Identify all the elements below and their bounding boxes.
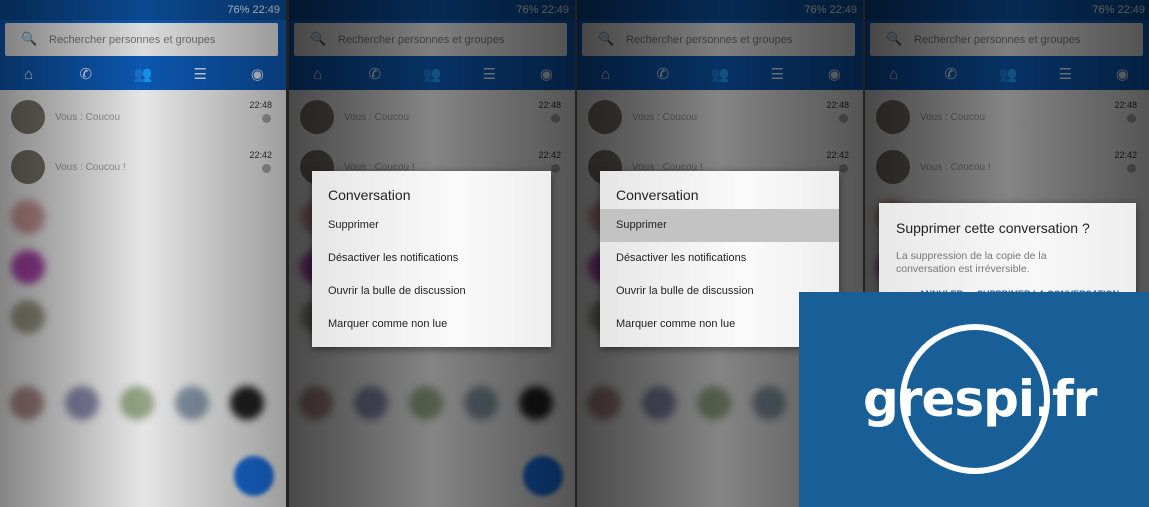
avatar <box>175 386 209 420</box>
avatar <box>300 100 334 134</box>
tab-profile-icon[interactable]: ◉ <box>518 60 575 90</box>
tab-people-icon[interactable]: 👥 <box>114 60 171 90</box>
avatar <box>299 386 333 420</box>
search-input[interactable]: 🔍 Rechercher personnes et groupes <box>294 23 567 56</box>
tab-phone-icon[interactable]: ✆ <box>922 60 979 90</box>
tab-bar: ⌂ ✆ 👥 ☰ ◉ <box>577 60 863 90</box>
menu-item[interactable]: Marquer comme non lue <box>312 308 551 341</box>
menu-item[interactable]: Ouvrir la bulle de discussion <box>312 275 551 308</box>
tab-people-icon[interactable]: 👥 <box>979 60 1036 90</box>
new-message-button[interactable] <box>523 456 563 496</box>
tab-list-icon[interactable]: ☰ <box>172 60 229 90</box>
avatar <box>11 150 45 184</box>
avatar <box>464 386 498 420</box>
avatar <box>120 386 154 420</box>
avatar <box>10 386 44 420</box>
app-bar: 🔍 Rechercher personnes et groupes ⌂ ✆ 👥 ☰ ◉ <box>577 20 863 90</box>
conversation-item[interactable]: Vous : Coucou ! 22:42 <box>0 142 286 190</box>
conversation-item[interactable]: Vous : Coucou 22:48 <box>0 92 286 140</box>
read-check-icon <box>839 114 848 123</box>
search-icon: 🔍 <box>310 31 327 46</box>
dialog-title: Supprimer cette conversation ? <box>896 220 1090 236</box>
tab-home-icon[interactable]: ⌂ <box>577 60 634 90</box>
app-bar: 🔍 Rechercher personnes et groupes ⌂ ✆ 👥 ☰ ◉ <box>865 20 1149 90</box>
conversation-item[interactable]: Vous : Coucou ! 22:42 <box>865 142 1149 190</box>
tab-list-icon[interactable]: ☰ <box>749 60 806 90</box>
avatar <box>11 200 45 234</box>
tab-profile-icon[interactable]: ◉ <box>806 60 863 90</box>
read-check-icon <box>1127 114 1136 123</box>
menu-title: Conversation <box>616 187 699 203</box>
phone-screen-1: 76% 22:49 🔍 Rechercher personnes et group… <box>0 0 286 507</box>
read-check-icon <box>262 164 271 173</box>
avatar <box>519 386 553 420</box>
conversation-item[interactable]: Vous : Coucou 22:48 <box>865 92 1149 140</box>
menu-title: Conversation <box>328 187 411 203</box>
logo-text: grespi.fr <box>863 370 1097 428</box>
tab-phone-icon[interactable]: ✆ <box>634 60 691 90</box>
search-icon: 🔍 <box>886 31 903 46</box>
tab-people-icon[interactable]: 👥 <box>403 60 460 90</box>
status-bar: 76% 22:49 <box>289 0 575 20</box>
search-icon: 🔍 <box>21 31 38 46</box>
search-icon: 🔍 <box>598 31 615 46</box>
avatar <box>587 386 621 420</box>
tab-list-icon[interactable]: ☰ <box>1037 60 1094 90</box>
avatar <box>11 100 45 134</box>
avatar <box>230 386 264 420</box>
avatar <box>642 386 676 420</box>
tab-home-icon[interactable]: ⌂ <box>865 60 922 90</box>
avatar <box>588 100 622 134</box>
app-bar: 🔍 Rechercher personnes et groupes ⌂ ✆ 👥 ☰ ◉ <box>289 20 575 90</box>
menu-item[interactable]: Désactiver les notifications <box>600 242 839 275</box>
tab-bar: ⌂ ✆ 👥 ☰ ◉ <box>865 60 1149 90</box>
status-bar: 76% 22:49 <box>0 0 286 20</box>
read-check-icon <box>551 164 560 173</box>
conversation-item[interactable]: Vous : Coucou 22:48 <box>289 92 575 140</box>
tab-phone-icon[interactable]: ✆ <box>57 60 114 90</box>
tab-bar: ⌂ ✆ 👥 ☰ ◉ <box>0 60 286 90</box>
tab-list-icon[interactable]: ☰ <box>461 60 518 90</box>
avatar <box>876 150 910 184</box>
tab-bar: ⌂ ✆ 👥 ☰ ◉ <box>289 60 575 90</box>
search-input[interactable]: 🔍 Rechercher personnes et groupes <box>5 23 278 56</box>
avatar <box>354 386 388 420</box>
status-bar: 76% 22:49 <box>577 0 863 20</box>
avatar <box>11 250 45 284</box>
read-check-icon <box>1127 164 1136 173</box>
search-input[interactable]: 🔍 Rechercher personnes et groupes <box>582 23 855 56</box>
avatar <box>697 386 731 420</box>
menu-item[interactable]: Supprimer <box>312 209 551 242</box>
tab-phone-icon[interactable]: ✆ <box>346 60 403 90</box>
read-check-icon <box>551 114 560 123</box>
context-menu: Conversation Supprimer Désactiver les noti… <box>312 171 551 347</box>
read-check-icon <box>262 114 271 123</box>
tab-home-icon[interactable]: ⌂ <box>289 60 346 90</box>
search-input[interactable]: 🔍 Rechercher personnes et groupes <box>870 23 1143 56</box>
conversation-item[interactable]: Vous : Coucou 22:48 <box>577 92 863 140</box>
avatar <box>65 386 99 420</box>
tab-home-icon[interactable]: ⌂ <box>0 60 57 90</box>
avatar <box>11 300 45 334</box>
phone-screen-2: 76% 22:49 🔍 Rechercher personnes et group… <box>289 0 575 507</box>
tab-profile-icon[interactable]: ◉ <box>1094 60 1149 90</box>
avatar <box>752 386 786 420</box>
read-check-icon <box>839 164 848 173</box>
tab-people-icon[interactable]: 👥 <box>691 60 748 90</box>
tab-profile-icon[interactable]: ◉ <box>229 60 286 90</box>
avatar <box>409 386 443 420</box>
dialog-description: La suppression de la copie de la convers… <box>896 250 1047 275</box>
app-bar: 🔍 Rechercher personnes et groupes ⌂ ✆ 👥 ☰ ◉ <box>0 20 286 90</box>
status-bar: 76% 22:49 <box>865 0 1149 20</box>
new-message-button[interactable] <box>234 456 274 496</box>
avatar <box>876 100 910 134</box>
grespi-logo: grespi.fr <box>799 292 1149 507</box>
menu-item[interactable]: Supprimer <box>600 209 839 242</box>
menu-item[interactable]: Désactiver les notifications <box>312 242 551 275</box>
